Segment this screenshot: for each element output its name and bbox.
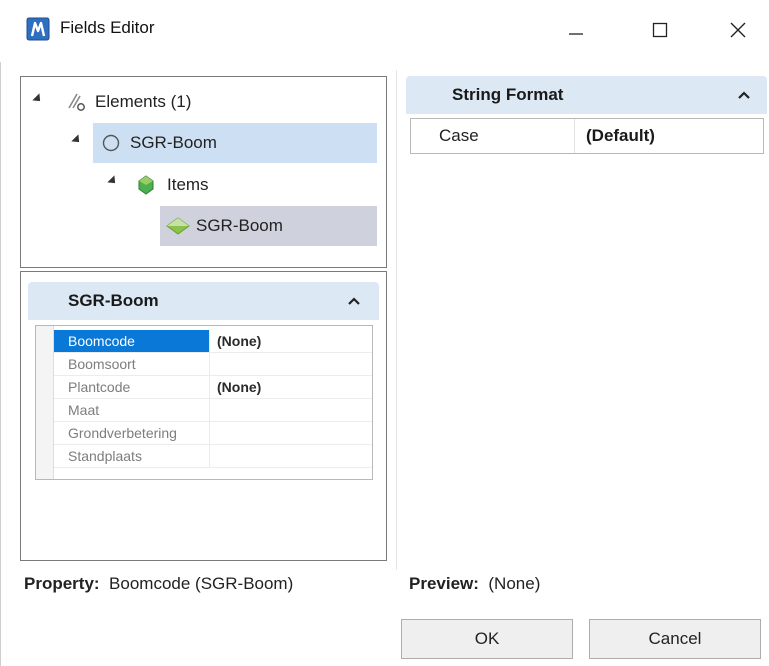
property-key[interactable]: Plantcode — [54, 376, 210, 398]
property-row[interactable]: Boomsoort — [54, 353, 372, 376]
format-value[interactable]: (Default) — [586, 119, 655, 153]
chevron-up-icon[interactable] — [736, 88, 752, 102]
app-logo-icon — [26, 17, 50, 41]
property-status: Property: Boomcode (SGR-Boom) — [24, 574, 293, 594]
grid-gutter — [36, 326, 54, 479]
property-value[interactable]: (None) — [217, 330, 261, 352]
green-gem-icon — [138, 175, 154, 195]
property-key[interactable]: Boomcode — [54, 330, 210, 352]
section-header-properties[interactable]: SGR-Boom — [28, 282, 379, 320]
close-icon — [730, 22, 746, 38]
property-row[interactable]: Standplaats — [54, 445, 372, 468]
section-title: String Format — [452, 85, 564, 104]
property-key[interactable]: Maat — [54, 399, 210, 421]
property-key[interactable]: Standplaats — [54, 445, 210, 467]
property-row[interactable]: Maat — [54, 399, 372, 422]
property-grid: Boomcode (None) Boomsoort Plantcode (Non… — [35, 325, 373, 480]
close-button[interactable] — [715, 10, 761, 50]
property-value[interactable]: (None) — [217, 376, 261, 398]
tree-node-label: SGR-Boom — [130, 133, 217, 152]
expand-arrow-icon[interactable] — [32, 93, 44, 105]
minimize-icon — [569, 33, 583, 35]
property-label: Property: — [24, 574, 100, 593]
maximize-button[interactable] — [637, 10, 683, 50]
circle-outline-icon — [102, 134, 120, 152]
preview-label: Preview: — [409, 574, 479, 593]
property-status-value: Boomcode (SGR-Boom) — [109, 574, 294, 593]
expand-arrow-icon[interactable] — [71, 134, 83, 146]
elements-link-icon — [68, 93, 85, 111]
section-header-string-format[interactable]: String Format — [406, 76, 767, 114]
tree-node-elements[interactable]: Elements (1) — [65, 83, 191, 121]
window-left-border — [0, 62, 7, 666]
tree-node-items[interactable]: Items — [137, 166, 209, 204]
tree-node-label: Items — [167, 175, 209, 194]
tree-node-item[interactable]: SGR-Boom — [166, 207, 283, 245]
format-grid: Case (Default) — [410, 118, 764, 154]
expand-arrow-icon[interactable] — [107, 175, 119, 187]
window-title: Fields Editor — [60, 18, 155, 37]
preview-status: Preview: (None) — [409, 574, 540, 594]
ok-button[interactable]: OK — [401, 619, 573, 659]
green-diamond-icon — [166, 217, 190, 235]
property-row[interactable]: Boomcode (None) — [54, 330, 372, 353]
section-title: SGR-Boom — [68, 291, 159, 310]
chevron-up-icon[interactable] — [346, 294, 362, 308]
minimize-button[interactable] — [553, 10, 599, 50]
cancel-button[interactable]: Cancel — [589, 619, 761, 659]
preview-value: (None) — [488, 574, 541, 593]
element-tree: Elements (1) SGR-Boom Items SGR-Boom — [20, 76, 387, 268]
property-key[interactable]: Grondverbetering — [54, 422, 210, 444]
tree-node-element[interactable]: SGR-Boom — [101, 124, 217, 162]
properties-panel: SGR-Boom Boomcode (None) Boomsoort Plant… — [20, 271, 387, 561]
maximize-icon — [652, 22, 668, 38]
property-row[interactable]: Grondverbetering — [54, 422, 372, 445]
tree-node-label: SGR-Boom — [196, 216, 283, 235]
property-row[interactable]: Plantcode (None) — [54, 376, 372, 399]
title-bar: Fields Editor — [0, 0, 769, 62]
panel-divider[interactable] — [396, 70, 397, 570]
property-key[interactable]: Boomsoort — [54, 353, 210, 375]
tree-node-label: Elements (1) — [95, 92, 192, 111]
format-key[interactable]: Case — [411, 119, 575, 153]
